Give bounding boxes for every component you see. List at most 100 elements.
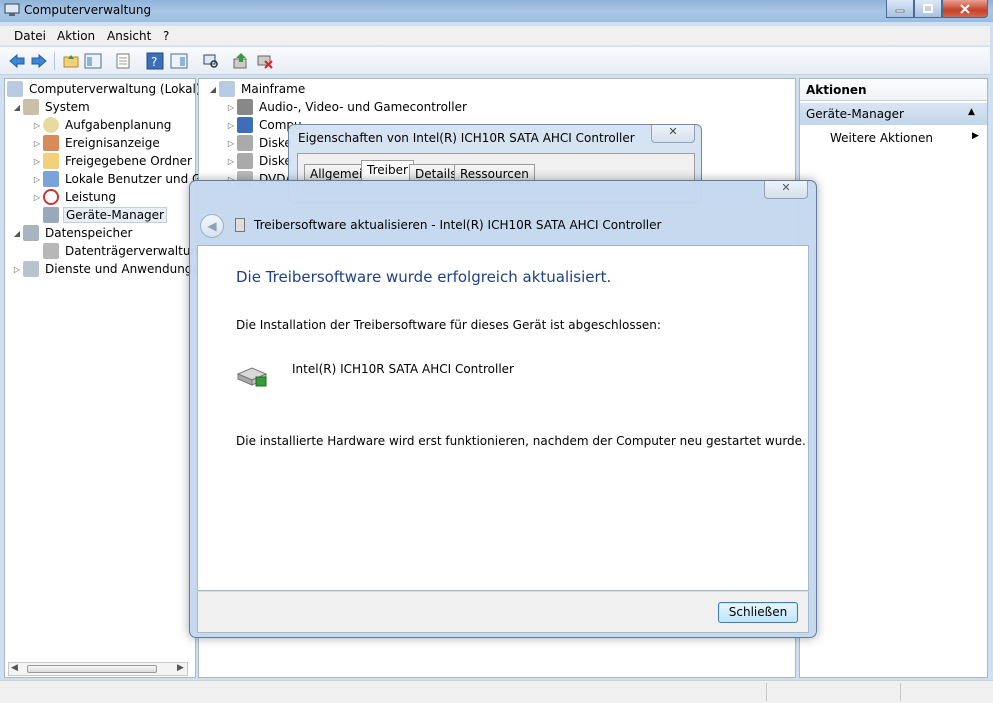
maximize-button[interactable] (914, 0, 942, 18)
collapsed-arrow-icon[interactable]: ▷ (31, 121, 43, 130)
actions-section-label: Geräte-Manager (806, 107, 904, 121)
status-divider (766, 683, 767, 701)
submenu-arrow-icon[interactable]: ▶ (972, 131, 979, 141)
collapsed-arrow-icon[interactable]: ▷ (31, 175, 43, 184)
device-label: Mainframe (241, 82, 306, 96)
actions-section-header[interactable]: Geräte-Manager ▲ (800, 103, 987, 125)
more-actions-item[interactable]: Weitere Aktionen (830, 131, 933, 145)
collapsed-arrow-icon[interactable]: ▷ (11, 265, 23, 274)
menu-help[interactable]: ? (163, 29, 169, 43)
tree-label: Ereignisanzeige (65, 136, 160, 150)
tree-label: Datenträgerverwaltung (65, 244, 206, 258)
back-arrow-icon[interactable]: ◀ (200, 214, 224, 238)
computer-icon (7, 81, 23, 97)
menu-ansicht[interactable]: Ansicht (107, 29, 151, 43)
tree-item-aufgabenplanung[interactable]: ▷ Aufgabenplanung (31, 116, 173, 134)
update-driver-icon[interactable] (232, 52, 250, 70)
svg-text:?: ? (151, 55, 157, 69)
tree-label: Dienste und Anwendungen (45, 262, 208, 276)
minimize-button[interactable] (886, 0, 914, 18)
tree-item-geraete-manager[interactable]: Geräte-Manager (31, 206, 167, 224)
expanded-arrow-icon[interactable]: ◢ (11, 103, 23, 112)
scroll-right-icon[interactable]: ▶ (177, 663, 184, 673)
users-icon (43, 171, 59, 187)
services-icon (23, 261, 39, 277)
tree-label: Geräte-Manager (63, 207, 167, 223)
close-button[interactable]: Schließen (718, 602, 798, 623)
tree-item-root[interactable]: Computerverwaltung (Lokal) (7, 80, 203, 98)
expanded-arrow-icon[interactable]: ◢ (11, 229, 23, 238)
device-item-root[interactable]: ◢ Mainframe (207, 80, 307, 98)
collapse-up-icon[interactable]: ▲ (968, 107, 975, 117)
disk-icon (43, 243, 59, 259)
tree-item-datentraeger[interactable]: Datenträgerverwaltung (31, 242, 208, 260)
update-driver-wizard[interactable]: ✕ ◀ Treibersoftware aktualisieren - Inte… (189, 180, 817, 638)
collapsed-arrow-icon[interactable]: ▷ (31, 139, 43, 148)
status-bar (0, 680, 993, 703)
tree-label: Leistung (65, 190, 116, 204)
collapsed-arrow-icon[interactable]: ▷ (31, 157, 43, 166)
tree-item-dienste[interactable]: ▷ Dienste und Anwendungen (11, 260, 209, 278)
computer-icon (237, 117, 253, 133)
disk-drive-icon (237, 135, 253, 151)
properties-close-button[interactable]: ✕ (651, 125, 695, 143)
disk-drive-icon (237, 153, 253, 169)
scan-hardware-icon[interactable] (202, 52, 220, 70)
uninstall-device-icon[interactable] (256, 52, 274, 70)
expanded-arrow-icon[interactable]: ◢ (207, 85, 219, 94)
scrollbar-thumb[interactable] (27, 665, 157, 673)
window-title: Computerverwaltung (24, 3, 152, 17)
collapsed-arrow-icon[interactable]: ▷ (31, 193, 43, 202)
actions-pane: Aktionen Geräte-Manager ▲ Weitere Aktion… (799, 78, 988, 678)
menu-aktion[interactable]: Aktion (57, 29, 95, 43)
window-close-button[interactable] (942, 0, 988, 18)
collapsed-arrow-icon[interactable]: ▷ (225, 103, 237, 112)
device-icon (235, 218, 245, 232)
device-manager-icon (43, 207, 59, 223)
console-tree-pane: Computerverwaltung (Lokal) ◢ System ▷ Au… (4, 78, 207, 678)
wizard-device-name: Intel(R) ICH10R SATA AHCI Controller (292, 362, 514, 376)
device-item-audio[interactable]: ▷ Audio-, Video- und Gamecontroller (225, 98, 469, 116)
computer-icon (219, 81, 235, 97)
tree-label: Datenspeicher (45, 226, 133, 240)
window-titlebar[interactable]: Computerverwaltung (0, 0, 993, 22)
show-action-pane-icon[interactable] (170, 52, 188, 70)
horizontal-scrollbar[interactable]: ◀ ▶ (8, 662, 188, 676)
tools-icon (23, 99, 39, 115)
performance-icon (43, 189, 59, 205)
tree-item-lokale-benutzer[interactable]: ▷ Lokale Benutzer und Gr (31, 170, 208, 188)
show-tree-icon[interactable] (84, 52, 102, 70)
forward-arrow-icon[interactable] (30, 52, 48, 70)
actions-header: Aktionen (800, 79, 987, 101)
tree-item-datenspeicher[interactable]: ◢ Datenspeicher (11, 224, 134, 242)
device-item-disk2[interactable]: ▷ Diske (225, 152, 294, 170)
tree-item-freigegebene-ordner[interactable]: ▷ Freigegebene Ordner (31, 152, 194, 170)
collapsed-arrow-icon[interactable]: ▷ (225, 139, 237, 148)
menu-datei[interactable]: Datei (14, 29, 46, 43)
device-item-disk1[interactable]: ▷ Diske (225, 134, 294, 152)
wizard-content: Die Treibersoftware wurde erfolgreich ak… (197, 245, 809, 591)
tree-label: Lokale Benutzer und Gr (65, 172, 207, 186)
tree-label: Aufgabenplanung (65, 118, 172, 132)
tree-item-system[interactable]: ◢ System (11, 98, 92, 116)
speaker-icon (237, 99, 253, 115)
tree-label: System (45, 100, 90, 114)
help-icon[interactable]: ? (146, 52, 164, 70)
wizard-info-text: Die Installation der Treibersoftware für… (236, 318, 661, 332)
scroll-left-icon[interactable]: ◀ (11, 663, 18, 673)
properties-sheet-icon[interactable] (114, 52, 132, 70)
toolbar-separator (54, 52, 55, 70)
event-viewer-icon (43, 135, 59, 151)
status-divider (900, 683, 901, 701)
tree-item-leistung[interactable]: ▷ Leistung (31, 188, 118, 206)
up-folder-icon[interactable] (62, 52, 80, 70)
menu-bar: Datei Aktion Ansicht ? (0, 26, 990, 46)
tree-item-ereignisanzeige[interactable]: ▷ Ereignisanzeige (31, 134, 162, 152)
toolbar: ? (0, 47, 990, 75)
wizard-close-button[interactable]: ✕ (764, 181, 808, 199)
back-arrow-icon[interactable] (8, 52, 26, 70)
properties-dialog-title: Eigenschaften von Intel(R) ICH10R SATA A… (298, 131, 635, 145)
collapsed-arrow-icon[interactable]: ▷ (225, 121, 237, 130)
shared-folder-icon (43, 153, 59, 169)
collapsed-arrow-icon[interactable]: ▷ (225, 157, 237, 166)
